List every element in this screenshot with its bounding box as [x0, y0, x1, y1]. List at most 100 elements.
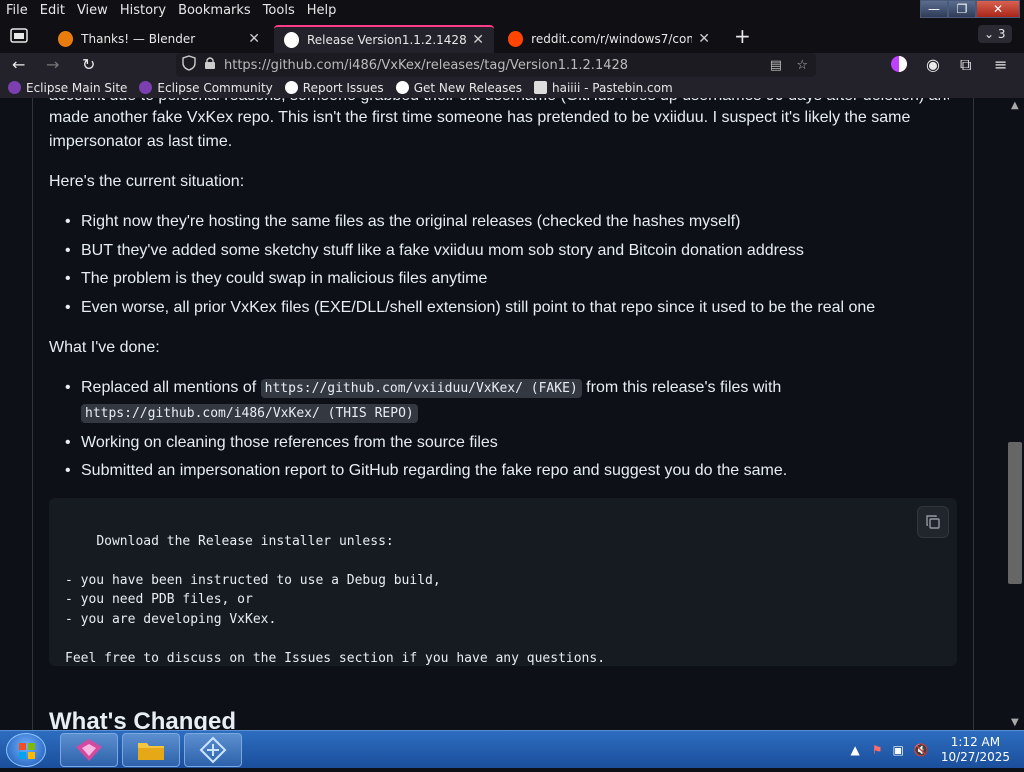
theme-icon[interactable]: [890, 55, 908, 77]
lock-icon[interactable]: [204, 56, 216, 74]
chevron-down-icon: ⌄: [984, 27, 995, 41]
list-text: from this release's files with: [581, 379, 782, 396]
minimize-button[interactable]: —: [920, 0, 948, 18]
bookmark-label: Get New Releases: [413, 80, 523, 95]
bookmark-label: Report Issues: [302, 80, 384, 95]
eclipse-icon: [139, 81, 153, 94]
address-bar[interactable]: https://github.com/i486/VxKex/releases/t…: [176, 53, 816, 77]
action-center-flag-icon[interactable]: ⚑: [872, 743, 883, 757]
windows-logo-icon: [19, 743, 35, 759]
menu-bookmarks[interactable]: Bookmarks: [172, 3, 257, 18]
reddit-icon: [508, 31, 524, 47]
app-icon: [76, 739, 102, 761]
close-tab-icon[interactable]: ✕: [472, 32, 484, 48]
bookmarks-bar: Eclipse Main Site Eclipse Community Repo…: [0, 77, 1024, 98]
tab-label: Release Version1.1.2.1428 · i486/: [306, 33, 467, 47]
bookmark-label: Eclipse Main Site: [26, 80, 128, 95]
list-tabs-button[interactable]: ⌄ 3: [978, 25, 1012, 43]
bookmark-pastebin[interactable]: haiiii - Pastebin.com: [534, 81, 673, 95]
forward-icon[interactable]: →: [46, 55, 59, 74]
new-tab-icon[interactable]: +: [734, 24, 751, 48]
bookmark-label: haiiii - Pastebin.com: [552, 80, 673, 95]
tab-count: 3: [997, 27, 1006, 41]
tab-reddit[interactable]: reddit.com/r/windows7/comm ✕: [498, 25, 720, 53]
back-icon[interactable]: ←: [12, 55, 25, 74]
copy-button[interactable]: [917, 506, 949, 538]
list-item: Working on cleaning those references fro…: [49, 431, 954, 455]
done-heading: What I've done:: [49, 339, 160, 356]
taskbar-app-explorer[interactable]: [122, 733, 180, 767]
situation-list: Right now they're hosting the same files…: [49, 210, 949, 324]
scroll-up-icon[interactable]: ▲: [1011, 100, 1019, 111]
system-tray: ▲ ⚑ ▣ 🔇 1:12 AM 10/27/2025: [851, 731, 1010, 769]
tab-overview-icon[interactable]: [10, 27, 28, 47]
tab-label: Thanks! — Blender: [81, 32, 196, 46]
github-icon: [395, 81, 409, 94]
close-tab-icon[interactable]: ✕: [698, 31, 710, 47]
start-button[interactable]: [6, 733, 46, 767]
paragraph-impersonation: made another fake VxKex repo. This isn't…: [49, 109, 911, 150]
github-icon: [284, 81, 298, 94]
inline-code-fake-url: https://github.com/vxiiduu/VxKex/ (FAKE): [260, 379, 582, 398]
tab-label: reddit.com/r/windows7/comm: [531, 32, 693, 46]
reload-icon[interactable]: ↻: [82, 55, 95, 74]
clock[interactable]: 1:12 AM 10/27/2025: [941, 735, 1010, 765]
app-icon: [199, 736, 227, 764]
clock-time: 1:12 AM: [950, 735, 1001, 749]
menu-help[interactable]: Help: [301, 3, 343, 18]
tab-github-release[interactable]: Release Version1.1.2.1428 · i486/ ✕: [274, 25, 494, 53]
volume-muted-icon[interactable]: 🔇: [914, 743, 929, 757]
taskbar: ▲ ⚑ ▣ 🔇 1:12 AM 10/27/2025: [0, 730, 1024, 768]
account-icon[interactable]: ◉: [926, 55, 940, 74]
taskbar-app-vxkex[interactable]: [184, 733, 242, 767]
tab-strip: Thanks! — Blender ✕ Release Version1.1.2…: [0, 21, 1024, 53]
bookmark-eclipse-community[interactable]: Eclipse Community: [139, 80, 273, 95]
window-controls: — ❐ ✕: [920, 0, 1020, 18]
list-text: Replaced all mentions of: [81, 379, 261, 396]
bookmark-star-icon[interactable]: ☆: [796, 58, 808, 73]
list-item: Right now they're hosting the same files…: [49, 210, 949, 234]
menu-bar: File Edit View History Bookmarks Tools H…: [0, 0, 1024, 21]
url-text: https://github.com/i486/VxKex/releases/t…: [224, 57, 629, 73]
github-icon: [284, 32, 299, 48]
taskbar-app-firefox[interactable]: [60, 733, 118, 767]
bookmark-get-new-releases[interactable]: Get New Releases: [395, 80, 523, 95]
copy-icon: [926, 515, 940, 529]
menu-file[interactable]: File: [0, 3, 34, 18]
menu-view[interactable]: View: [71, 3, 114, 18]
whats-changed-heading: What's Changed: [49, 708, 237, 730]
bookmark-label: Eclipse Community: [157, 80, 273, 95]
situation-heading: Here's the current situation:: [49, 173, 245, 190]
folder-icon: [138, 743, 164, 760]
reader-view-icon[interactable]: ▤: [770, 58, 782, 73]
blender-icon: [58, 31, 74, 47]
bookmark-eclipse-main[interactable]: Eclipse Main Site: [8, 81, 127, 95]
scroll-down-icon[interactable]: ▼: [1011, 717, 1019, 728]
menu-tools[interactable]: Tools: [257, 3, 301, 18]
list-item: The problem is they could swap in malici…: [49, 267, 949, 291]
menu-history[interactable]: History: [114, 3, 172, 18]
show-hidden-icons-icon[interactable]: ▲: [851, 743, 860, 757]
shield-icon[interactable]: [182, 55, 196, 75]
done-list: Replaced all mentions of https://github.…: [49, 376, 954, 488]
code-block: Download the Release installer unless: -…: [49, 498, 957, 666]
bookmark-report-issues[interactable]: Report Issues: [284, 80, 384, 95]
inline-code-real-url: https://github.com/i486/VxKex/ (THIS REP…: [81, 404, 418, 423]
page-content: account due to personal reasons, someone…: [0, 98, 1006, 730]
extensions-icon[interactable]: ⧉: [960, 55, 971, 75]
clock-date: 10/27/2025: [940, 750, 1010, 764]
close-window-button[interactable]: ✕: [976, 0, 1020, 18]
close-tab-icon[interactable]: ✕: [248, 31, 260, 47]
menu-edit[interactable]: Edit: [34, 3, 71, 18]
maximize-button[interactable]: ❐: [948, 0, 976, 18]
tab-blender[interactable]: Thanks! — Blender ✕: [48, 25, 270, 53]
navigation-bar: ← → ↻ https://github.com/i486/VxKex/rele…: [0, 53, 1024, 77]
list-item: Submitted an impersonation report to Git…: [49, 459, 954, 483]
list-item: BUT they've added some sketchy stuff lik…: [49, 239, 949, 263]
menu-hamburger-icon[interactable]: ≡: [994, 55, 1007, 74]
page-scrollbar[interactable]: ▲ ▼: [1006, 98, 1024, 730]
code-text: Download the Release installer unless: -…: [65, 533, 606, 666]
network-icon[interactable]: ▣: [893, 743, 904, 757]
scrollbar-thumb[interactable]: [1008, 442, 1022, 584]
eclipse-icon: [8, 81, 21, 94]
